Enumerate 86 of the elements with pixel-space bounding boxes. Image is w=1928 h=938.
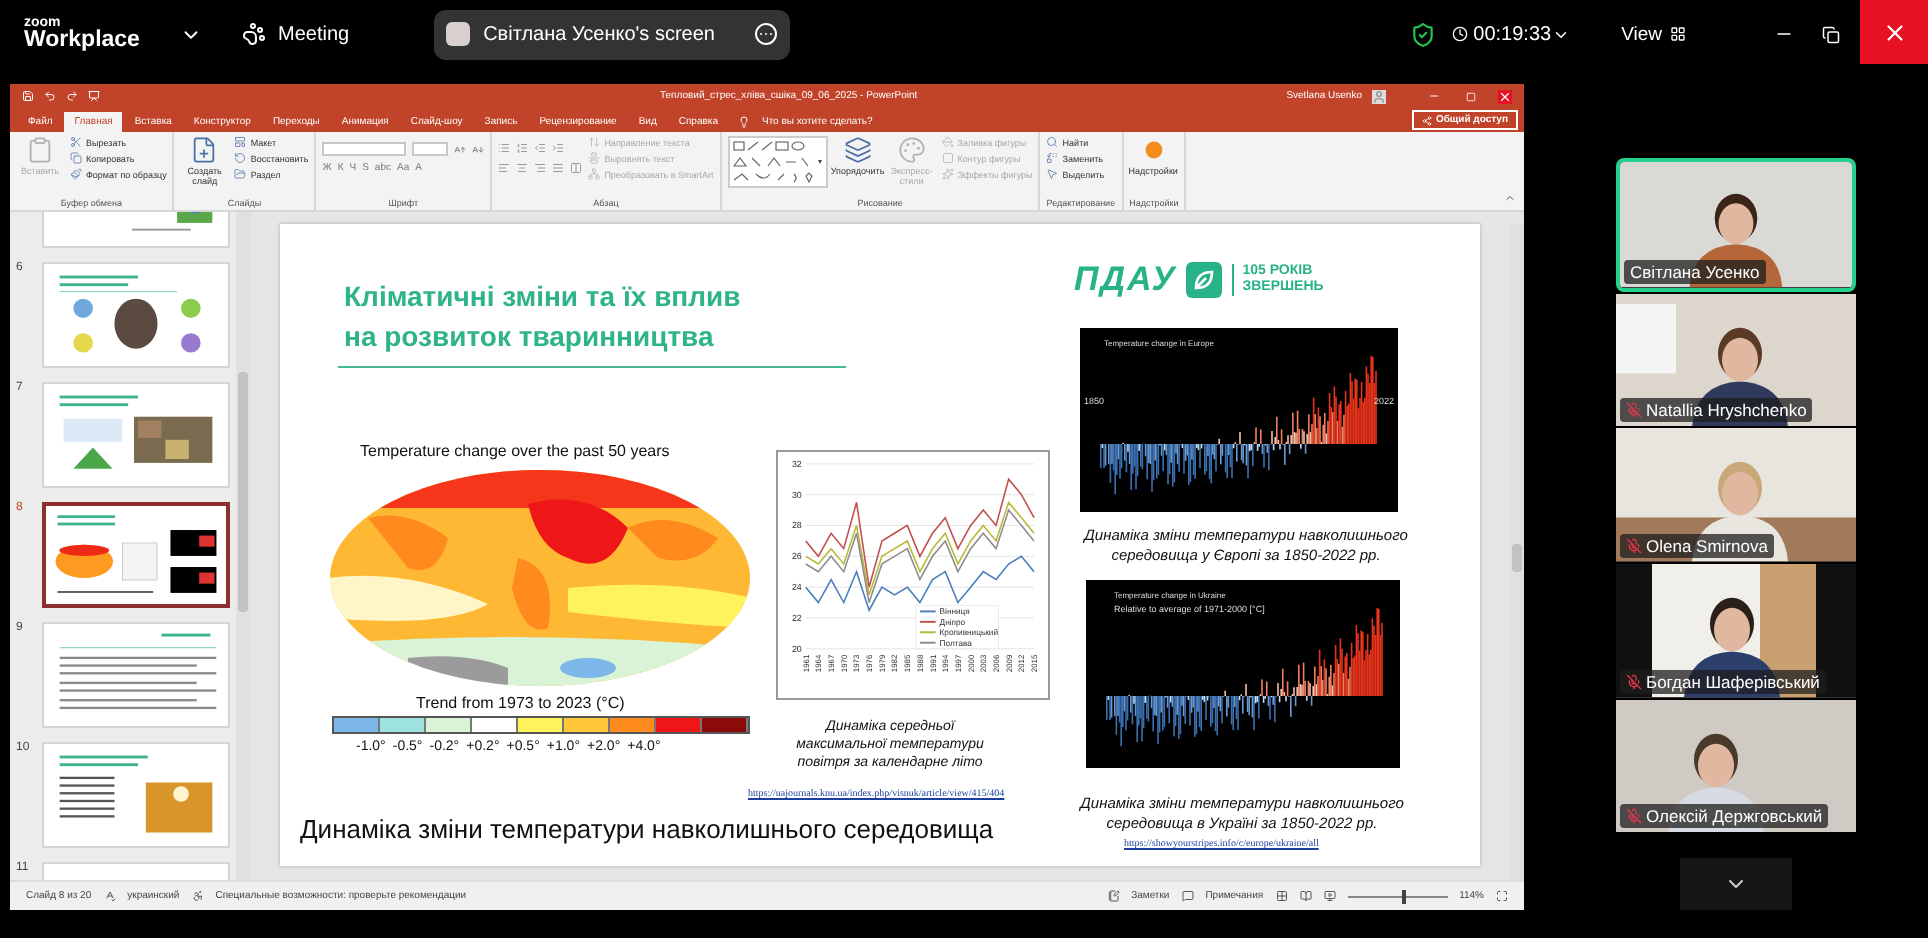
search-icon [1046, 136, 1059, 148]
participant-name: Олексій Держговський [1620, 804, 1829, 829]
outdent-icon [534, 142, 547, 154]
comment-icon [1181, 890, 1194, 902]
shrink-font-icon [472, 143, 485, 155]
accessibility-icon [191, 890, 204, 902]
video-tile[interactable]: Олексій Держговський [1616, 699, 1856, 833]
slider-thumb[interactable] [1402, 889, 1407, 903]
justify-icon [552, 162, 565, 174]
user-icon [1372, 89, 1386, 103]
sparkles-icon [941, 168, 954, 180]
legend-line [918, 620, 937, 623]
slideshow-icon [1323, 890, 1336, 902]
layers-icon [843, 136, 872, 164]
file-plus-icon [190, 136, 219, 164]
leaf-logo-icon [1186, 262, 1223, 299]
minimize-icon [1428, 90, 1440, 102]
slide-thumbnail[interactable] [42, 502, 230, 608]
video-tile[interactable]: Natallia Hryshchenko [1616, 293, 1856, 427]
close-icon [1498, 89, 1512, 103]
participant-name: Світлана Усенко [1624, 259, 1766, 284]
indent-icon [552, 142, 565, 154]
legend-title: Trend from 1973 to 2023 (°C) [416, 694, 625, 714]
font-size-field[interactable] [412, 142, 449, 156]
grow-font-icon [454, 143, 467, 155]
numbering-icon [516, 142, 529, 154]
presentation-icon [88, 90, 100, 102]
restore-icon [1822, 25, 1840, 43]
video-tile[interactable]: Світлана Усенко [1616, 158, 1856, 292]
normal-view-icon [1275, 890, 1288, 902]
undo-icon [234, 152, 247, 164]
spellcheck-icon [103, 890, 116, 902]
video-tile[interactable]: Olena Smirnova [1616, 428, 1856, 562]
lightbulb-icon [737, 116, 750, 128]
font-name-field[interactable] [322, 142, 407, 156]
paintbrush-icon [70, 168, 82, 180]
participant-name: Natallia Hryshchenko [1620, 398, 1813, 423]
map-title: Temperature change over the past 50 years [360, 442, 670, 462]
copy-icon [70, 152, 82, 164]
clipboard-icon [26, 136, 54, 164]
close-icon [1881, 19, 1907, 45]
align-icon [588, 152, 601, 164]
slide-footer-text: Динаміка зміни температури навколишнього середовища [300, 814, 994, 846]
layout-icon [234, 136, 247, 148]
pointer-icon [1046, 168, 1059, 180]
legend-line [918, 610, 937, 613]
view-button[interactable]: View [1621, 23, 1662, 45]
redo-icon [66, 90, 78, 102]
align-center-icon [516, 162, 529, 174]
participant-name: Богдан Шаферівський [1620, 669, 1826, 694]
notes-icon [1107, 890, 1120, 902]
maximize-icon [1466, 91, 1476, 101]
clock-icon [1451, 26, 1468, 42]
legend-line [918, 641, 937, 644]
collapse-icon [1504, 192, 1516, 204]
undo-icon [44, 90, 56, 102]
meeting-timer: 00:19:33 [1473, 23, 1552, 45]
share-icon [1421, 115, 1432, 125]
columns-icon [570, 162, 583, 174]
paw-icon [242, 22, 266, 46]
logo-text: ПДАУ [1074, 260, 1177, 301]
square-icon [445, 22, 470, 46]
network-icon [588, 168, 601, 180]
reading-view-icon [1299, 890, 1312, 902]
shield-check-icon [1409, 21, 1436, 47]
video-tile[interactable]: Богдан Шаферівський [1616, 563, 1856, 698]
scissors-icon [70, 136, 82, 148]
folder-icon [234, 168, 247, 180]
align-right-icon [534, 162, 547, 174]
participant-name: Olena Smirnova [1620, 533, 1774, 558]
bullets-icon [498, 142, 511, 154]
scrollbar[interactable] [1510, 224, 1524, 880]
grid-icon [1670, 26, 1686, 42]
share-indicator[interactable]: Світлана Усенко's screen [433, 9, 790, 59]
arrows-icon [588, 136, 601, 148]
meeting-label[interactable]: Meeting [278, 23, 350, 45]
align-left-icon [498, 162, 511, 174]
shapes-gallery-icon[interactable] [727, 136, 828, 188]
square-icon [941, 152, 954, 164]
palette-icon [897, 136, 926, 164]
slide-title: Кліматичні зміни та їх вплив на розвиток тваринництва [344, 278, 741, 357]
legend-line [918, 631, 937, 634]
paint-bucket-icon [941, 136, 954, 148]
scrollbar[interactable] [236, 212, 250, 880]
more-icon [753, 22, 778, 46]
save-icon [22, 90, 34, 102]
